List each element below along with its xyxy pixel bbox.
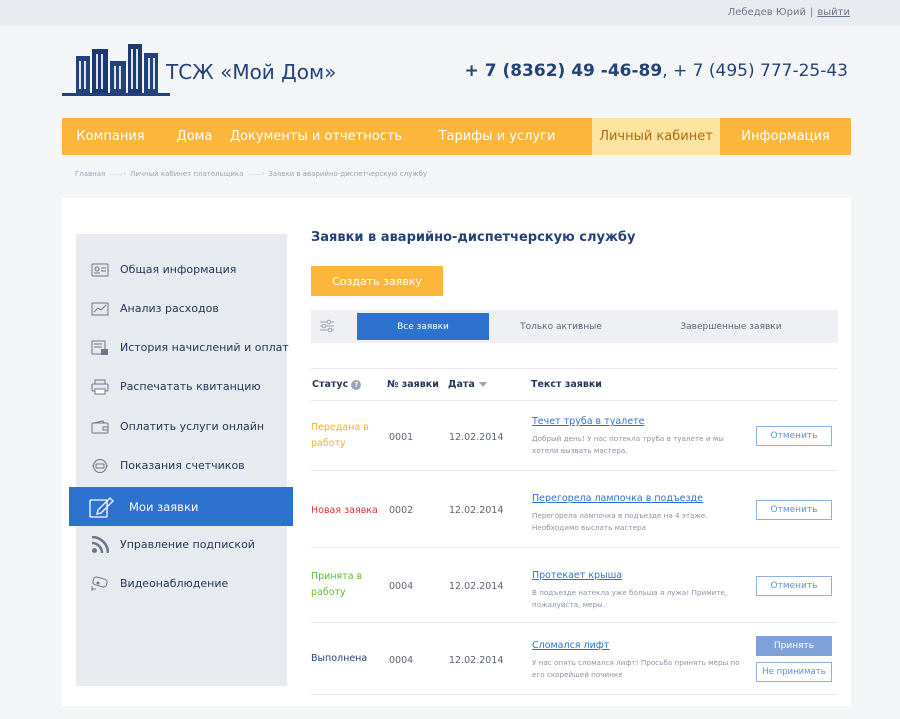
sidebar-item-label: Анализ расходов: [120, 302, 219, 315]
sidebar-item-label: Распечатать квитанцию: [120, 380, 261, 393]
tab-all[interactable]: Все заявки: [357, 313, 489, 340]
sidebar-item-label: Показания счетчиков: [120, 459, 245, 472]
sidebar-item-label: Общая информация: [120, 263, 237, 276]
sidebar-item-label: История начислений и оплат: [120, 341, 289, 354]
column-number: № заявки: [387, 379, 439, 390]
history-icon: [90, 340, 110, 356]
phone-main: + 7 (8362) 49 -46-89: [464, 61, 663, 81]
breadcrumb: Главная ——› Личный кабинет плательщика ——› З…: [75, 170, 427, 178]
sidebar-item-label: Управление подпиской: [120, 538, 255, 551]
cancel-request-button[interactable]: Отменить: [756, 576, 832, 596]
reject-button[interactable]: Не принимать: [756, 662, 832, 682]
sidebar-item-pay-online[interactable]: Оплатить услуги онлайн: [76, 407, 287, 446]
request-text: Добрый день! У нас потекла труба в туале…: [532, 434, 724, 455]
sidebar-item-history[interactable]: История начислений и оплат: [76, 328, 289, 367]
divider: [311, 547, 838, 548]
column-status: Статус?: [312, 379, 362, 390]
column-date[interactable]: Дата: [448, 379, 487, 390]
request-text: В подъезде натекла уже больша я лужа! Пр…: [532, 588, 728, 609]
nav-item-cabinet[interactable]: Личный кабинет: [592, 118, 720, 155]
request-status: Новая заявка: [311, 505, 378, 516]
column-text: Текст заявки: [531, 379, 602, 390]
request-title[interactable]: Перегорела лампочка в подъезде: [532, 493, 703, 504]
breadcrumb-arrow: ——›: [109, 170, 127, 178]
divider: [311, 400, 838, 401]
request-status: Принята в работу: [311, 571, 363, 598]
id-card-icon: [90, 262, 110, 278]
breadcrumb-cabinet[interactable]: Личный кабинет плательщика: [130, 170, 243, 178]
sidebar-item-my-requests[interactable]: Мои заявки: [69, 487, 293, 526]
breadcrumb-home[interactable]: Главная: [75, 170, 105, 178]
chart-icon: [90, 301, 110, 317]
tabs-bar: Все заявки Только активные Завершенные з…: [311, 310, 838, 343]
cancel-request-button[interactable]: Отменить: [756, 500, 832, 520]
logout-link[interactable]: выйти: [817, 7, 850, 18]
sidebar-item-label: Оплатить услуги онлайн: [120, 420, 265, 433]
request-date: 12.02.2014: [449, 581, 504, 592]
meter-icon: [90, 458, 110, 474]
create-request-button[interactable]: Создать заявку: [311, 266, 443, 296]
sidebar-item-expenses[interactable]: Анализ расходов: [76, 289, 287, 328]
request-date: 12.02.2014: [449, 505, 504, 516]
request-number: 0004: [389, 655, 414, 666]
sidebar-item-meters[interactable]: Показания счетчиков: [76, 446, 287, 485]
breadcrumb-arrow: ——›: [247, 170, 265, 178]
tab-active[interactable]: Только активные: [501, 313, 621, 340]
cancel-request-button[interactable]: Отменить: [756, 426, 832, 446]
request-number: 0002: [389, 505, 414, 516]
request-title[interactable]: Течет труба в туалете: [532, 416, 644, 427]
phone-alt: + 7 (495) 777-25-43: [673, 61, 848, 81]
sidebar-item-label: Мои заявки: [129, 499, 199, 514]
request-status: Передана в работу: [311, 422, 369, 449]
nav-item-houses[interactable]: Дома: [159, 118, 230, 155]
divider: [311, 694, 838, 695]
request-title[interactable]: Сломался лифт: [532, 640, 609, 651]
filter-icon[interactable]: [319, 318, 335, 334]
nav-item-tariffs[interactable]: Тарифы и услуги: [402, 118, 592, 155]
request-text: У нас опять сломался лифт! Просьба приня…: [532, 658, 740, 679]
phone-separator: ,: [662, 61, 674, 81]
sidebar-item-print[interactable]: Распечатать квитанцию: [76, 367, 287, 406]
request-date: 12.02.2014: [449, 432, 504, 443]
wallet-icon: [90, 419, 110, 435]
phones: + 7 (8362) 49 -46-89, + 7 (495) 777-25-4…: [465, 61, 848, 81]
divider: [311, 622, 838, 623]
sidebar-item-general[interactable]: Общая информация: [76, 250, 287, 289]
printer-icon: [90, 379, 110, 395]
request-text: Перегорела лампочка в подъезде на 4 этаж…: [532, 511, 708, 532]
request-status: Выполнена: [311, 653, 368, 664]
request-date: 12.02.2014: [449, 655, 504, 666]
column-status-label: Статус: [312, 379, 349, 390]
request-number: 0004: [389, 581, 414, 592]
user-separator: |: [810, 7, 814, 18]
camera-icon: [90, 575, 110, 592]
sidebar-item-video[interactable]: Видеонаблюдение: [76, 564, 287, 603]
request-number: 0001: [389, 432, 414, 443]
sort-down-icon: [478, 382, 487, 387]
nav-item-info[interactable]: Информация: [720, 118, 851, 155]
help-icon[interactable]: ?: [351, 379, 362, 390]
edit-icon: [89, 496, 115, 518]
sidebar-item-label: Видеонаблюдение: [120, 577, 229, 590]
user-name[interactable]: Лебедев Юрий: [728, 7, 806, 18]
user-menu: Лебедев Юрий | выйти: [728, 7, 850, 18]
nav-item-company[interactable]: Компания: [62, 118, 159, 155]
divider: [311, 368, 838, 369]
breadcrumb-current: Заявки в аварийно-диспетчерскую службу: [268, 170, 428, 178]
building-logo-icon: [62, 44, 170, 96]
column-date-label: Дата: [448, 379, 475, 390]
rss-icon: [90, 535, 110, 553]
tab-completed[interactable]: Завершенные заявки: [661, 313, 801, 340]
accept-button[interactable]: Принять: [756, 636, 832, 656]
top-bar: Лебедев Юрий | выйти: [0, 0, 900, 26]
page-title: Заявки в аварийно-диспетчерскую службу: [311, 230, 636, 245]
sidebar-item-subscription[interactable]: Управление подпиской: [76, 525, 287, 564]
request-title[interactable]: Протекает крыша: [532, 570, 622, 581]
logo[interactable]: [62, 42, 172, 98]
nav-item-documents[interactable]: Документы и отчетность: [230, 118, 402, 155]
brand-name: ТСЖ «Мой Дом»: [166, 60, 337, 84]
divider: [311, 470, 838, 471]
main-nav: Компания Дома Документы и отчетность Тар…: [62, 118, 851, 155]
